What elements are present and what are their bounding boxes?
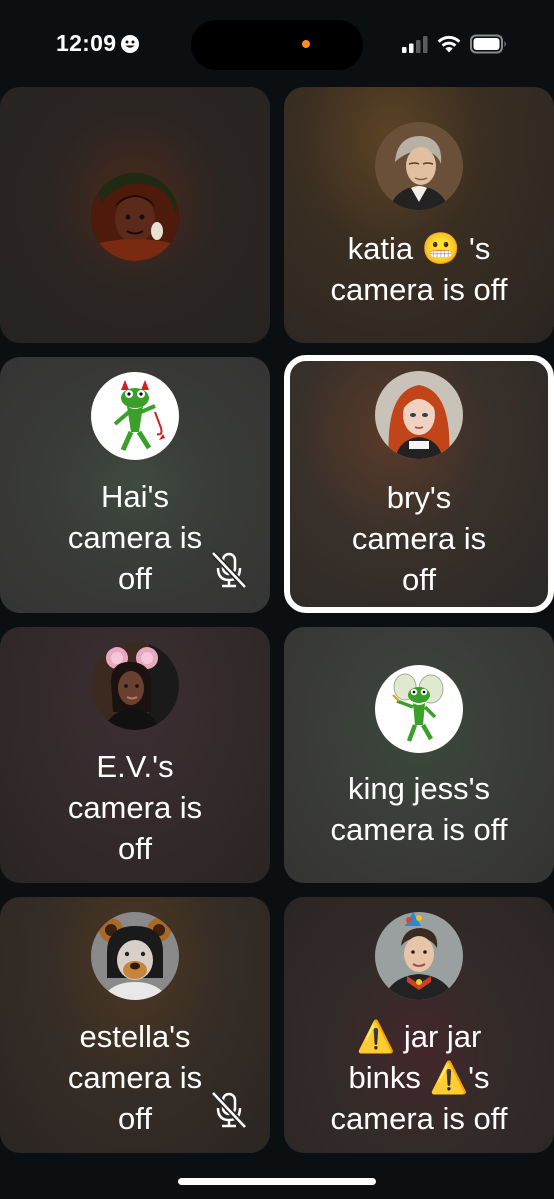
participant-tile[interactable]: estella's camera is off (0, 897, 270, 1153)
wifi-icon (436, 34, 462, 59)
avatar-bear-filter (91, 912, 179, 1000)
mic-muted-icon (210, 550, 248, 590)
avatar-portrait-painting (375, 122, 463, 210)
camera-off-line: camera is (67, 790, 203, 825)
avatar-party-boy (375, 912, 463, 1000)
status-bar: 12:09 (0, 0, 554, 88)
smiley-focus-icon (121, 34, 140, 53)
avatar-dark-cartoon (91, 173, 179, 261)
camera-off-label: E.V.'s camera is off (0, 746, 270, 869)
cellular-signal-icon (402, 35, 428, 58)
camera-off-label: ⚠️ jar jar binks ⚠️'s camera is off (284, 1016, 554, 1139)
camera-off-line: ⚠️ jar jar (356, 1019, 482, 1054)
camera-off-line: bry's (386, 480, 452, 515)
avatar-red-hair (375, 371, 463, 459)
participant-tile[interactable]: king jess's camera is off (284, 627, 554, 883)
participant-tile[interactable]: Hai's camera is off (0, 357, 270, 613)
avatar-fairy-frog (375, 665, 463, 753)
mic-muted-icon (210, 1090, 248, 1130)
participant-tile-selected[interactable]: bry's camera is off (284, 355, 554, 613)
participant-tile[interactable] (0, 87, 270, 343)
camera-off-line: king jess's (347, 771, 491, 806)
participant-tile[interactable]: katia 😬 's camera is off (284, 87, 554, 343)
camera-off-line: binks ⚠️'s (348, 1060, 490, 1095)
battery-icon (470, 34, 508, 59)
status-icons (402, 34, 508, 59)
avatar-devil-frog (91, 372, 179, 460)
camera-off-line: E.V.'s (96, 749, 174, 784)
camera-off-line: camera is (351, 521, 487, 556)
camera-off-line: camera is off (330, 1101, 508, 1136)
camera-off-line: Hai's (101, 479, 169, 514)
camera-off-line: camera is off (330, 272, 508, 307)
camera-off-label: katia 😬 's camera is off (284, 228, 554, 310)
camera-off-line: off (118, 831, 152, 866)
camera-off-line: off (402, 562, 436, 597)
camera-off-line: estella's (79, 1019, 191, 1054)
avatar-mouse-ears (91, 642, 179, 730)
dynamic-island (191, 20, 363, 70)
home-indicator[interactable] (178, 1178, 376, 1185)
privacy-indicator-dot (302, 40, 310, 48)
camera-off-line: camera is off (330, 812, 508, 847)
camera-off-label: bry's camera is off (290, 477, 548, 600)
camera-off-label: king jess's camera is off (284, 768, 554, 850)
participant-tile[interactable]: ⚠️ jar jar binks ⚠️'s camera is off (284, 897, 554, 1153)
participant-tile[interactable]: E.V.'s camera is off (0, 627, 270, 883)
clock-text: 12:09 (56, 30, 117, 56)
status-time: 12:09 (56, 30, 140, 57)
camera-off-line: katia 😬 's (347, 231, 491, 266)
